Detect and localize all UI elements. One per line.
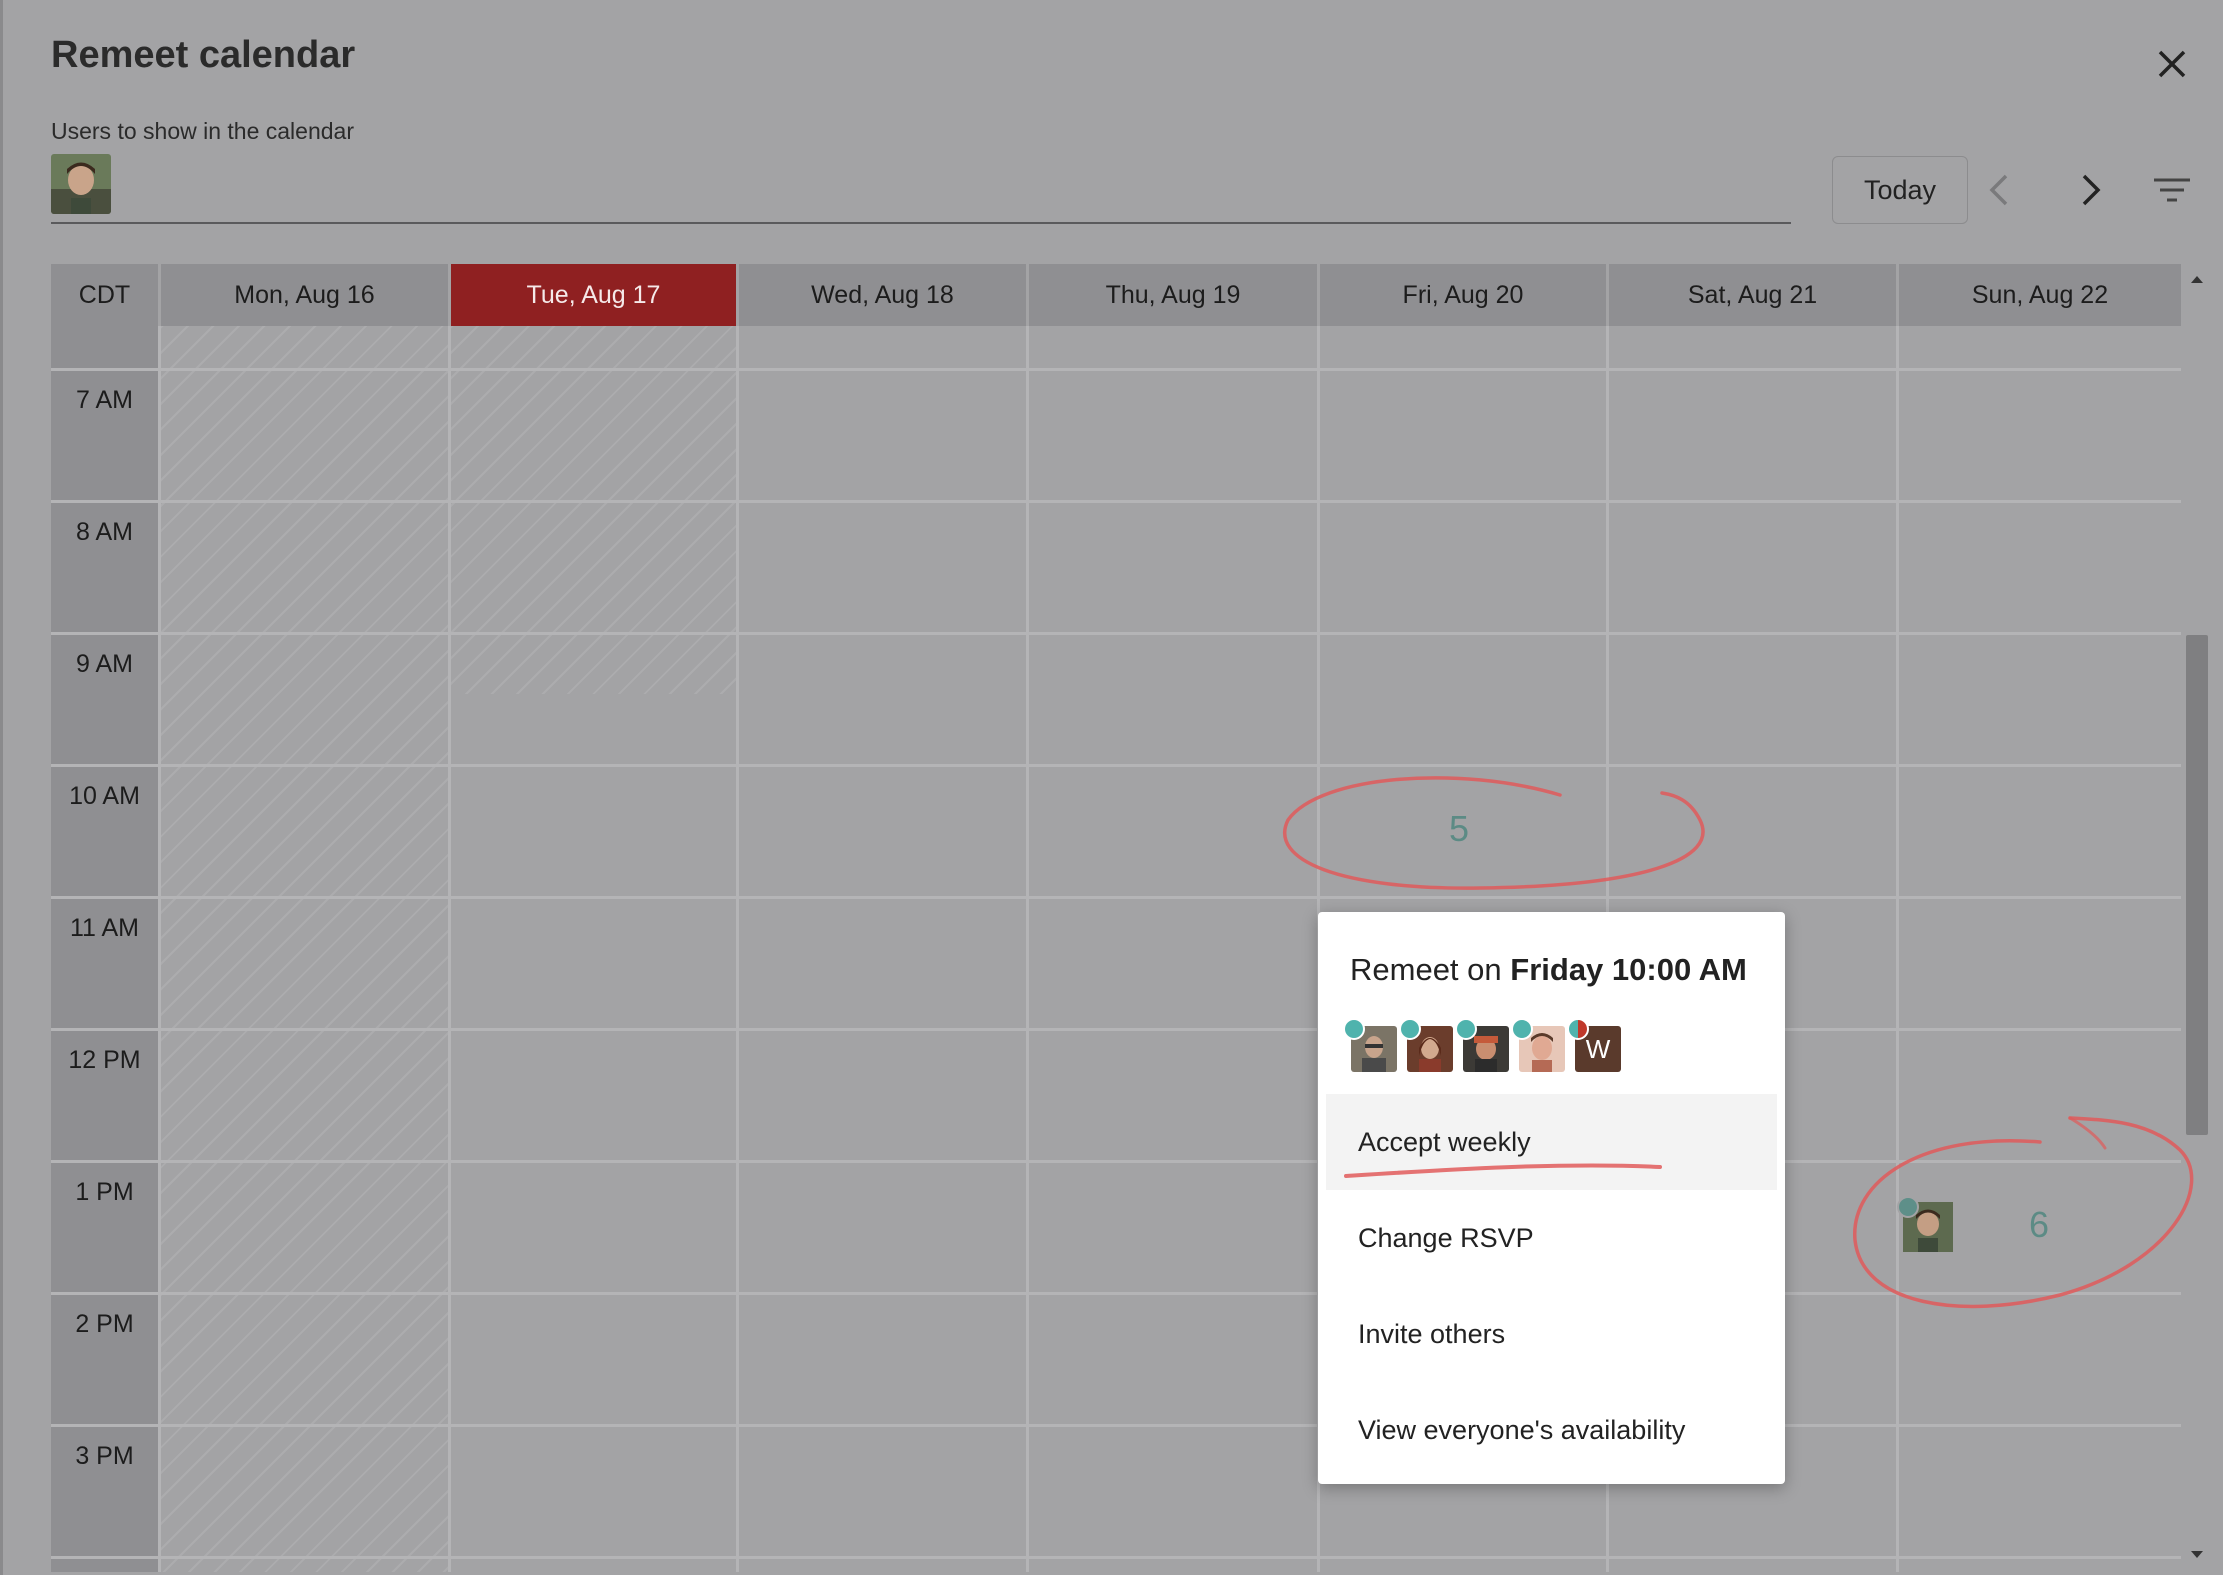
grid-hline bbox=[51, 1292, 2181, 1295]
time-column bbox=[51, 326, 158, 1572]
hour-label: 9 AM bbox=[76, 650, 133, 678]
window-edge bbox=[0, 0, 3, 1575]
users-input[interactable] bbox=[51, 152, 1791, 224]
calendar-grid: CDT Mon, Aug 16 Tue, Aug 17 Wed, Aug 18 … bbox=[51, 264, 2181, 1572]
day-header-sun: Sun, Aug 22 bbox=[1899, 264, 2181, 326]
hour-label: 10 AM bbox=[69, 782, 140, 810]
attendee-avatar[interactable] bbox=[1511, 1018, 1565, 1072]
grid-hline bbox=[51, 1160, 2181, 1163]
day-header-tue-today: Tue, Aug 17 bbox=[451, 264, 736, 326]
slot-count-sun-1pm[interactable]: 6 bbox=[2029, 1204, 2049, 1246]
attendee-avatar[interactable] bbox=[1343, 1018, 1397, 1072]
popup-title-prefix: Remeet on bbox=[1350, 952, 1511, 987]
accepted-status-dot bbox=[1343, 1018, 1365, 1040]
grid-hline bbox=[51, 368, 2181, 371]
grid-hline bbox=[51, 500, 2181, 503]
slot-avatar-sun-1pm[interactable] bbox=[1897, 1196, 1953, 1252]
accept-weekly-menu-item[interactable]: Accept weekly bbox=[1326, 1094, 1777, 1190]
today-button[interactable]: Today bbox=[1832, 156, 1968, 224]
past-hours-tue bbox=[451, 326, 736, 694]
status-dot bbox=[1897, 1196, 1919, 1218]
scroll-down-icon[interactable] bbox=[2187, 1546, 2207, 1562]
day-header-sat: Sat, Aug 21 bbox=[1609, 264, 1896, 326]
scrollbar-thumb[interactable] bbox=[2186, 635, 2208, 1135]
grid-vline bbox=[1896, 326, 1899, 1572]
view-availability-menu-item[interactable]: View everyone's availability bbox=[1326, 1382, 1777, 1478]
grid-hline bbox=[51, 632, 2181, 635]
grid-vline bbox=[448, 326, 451, 1572]
hour-label: 3 PM bbox=[75, 1442, 134, 1470]
popup-title: Remeet on Friday 10:00 AM bbox=[1350, 952, 1747, 988]
invite-others-menu-item[interactable]: Invite others bbox=[1326, 1286, 1777, 1382]
user-avatar[interactable] bbox=[51, 154, 111, 214]
slot-count-fri-10am[interactable]: 5 bbox=[1449, 808, 1469, 850]
hour-label: 8 AM bbox=[76, 518, 133, 546]
dialog-title: Remeet calendar bbox=[51, 34, 356, 76]
grid-hline bbox=[51, 764, 2181, 767]
accepted-status-dot bbox=[1399, 1018, 1421, 1040]
slot-popup: Remeet on Friday 10:00 AM W Accept weekl… bbox=[1318, 912, 1785, 1484]
grid-hline bbox=[51, 1424, 2181, 1427]
hour-label: 2 PM bbox=[75, 1310, 134, 1338]
accepted-status-dot bbox=[1511, 1018, 1533, 1040]
popup-title-time: Friday 10:00 AM bbox=[1510, 952, 1747, 987]
hour-label: 11 AM bbox=[69, 914, 140, 942]
mixed-status-dot bbox=[1567, 1018, 1589, 1040]
chevron-right-icon[interactable] bbox=[2066, 166, 2114, 214]
day-header-mon: Mon, Aug 16 bbox=[161, 264, 448, 326]
chevron-left-icon[interactable] bbox=[1976, 166, 2024, 214]
hour-label: 7 AM bbox=[76, 386, 133, 414]
change-rsvp-menu-item[interactable]: Change RSVP bbox=[1326, 1190, 1777, 1286]
grid-hline bbox=[51, 896, 2181, 899]
attendee-avatar[interactable] bbox=[1399, 1018, 1453, 1072]
grid-hline bbox=[51, 1028, 2181, 1031]
attendee-avatar-initial[interactable]: W bbox=[1567, 1018, 1621, 1072]
attendee-avatar[interactable] bbox=[1455, 1018, 1509, 1072]
day-header-fri: Fri, Aug 20 bbox=[1320, 264, 1606, 326]
scroll-up-icon[interactable] bbox=[2187, 272, 2207, 288]
past-day-mon bbox=[161, 326, 448, 1572]
accepted-status-dot bbox=[1455, 1018, 1477, 1040]
hour-label: 12 PM bbox=[68, 1046, 141, 1074]
filter-icon[interactable] bbox=[2148, 166, 2196, 214]
users-label: Users to show in the calendar bbox=[51, 118, 354, 144]
hour-label: 1 PM bbox=[75, 1178, 134, 1206]
grid-vline bbox=[1026, 326, 1029, 1572]
close-icon[interactable] bbox=[2148, 40, 2196, 88]
grid-hline bbox=[51, 1556, 2181, 1559]
timezone-label: CDT bbox=[51, 264, 158, 326]
day-header-wed: Wed, Aug 18 bbox=[739, 264, 1026, 326]
user-photo-icon bbox=[51, 154, 111, 214]
grid-vline bbox=[736, 326, 739, 1572]
day-header-thu: Thu, Aug 19 bbox=[1029, 264, 1317, 326]
grid-vline bbox=[158, 326, 161, 1572]
